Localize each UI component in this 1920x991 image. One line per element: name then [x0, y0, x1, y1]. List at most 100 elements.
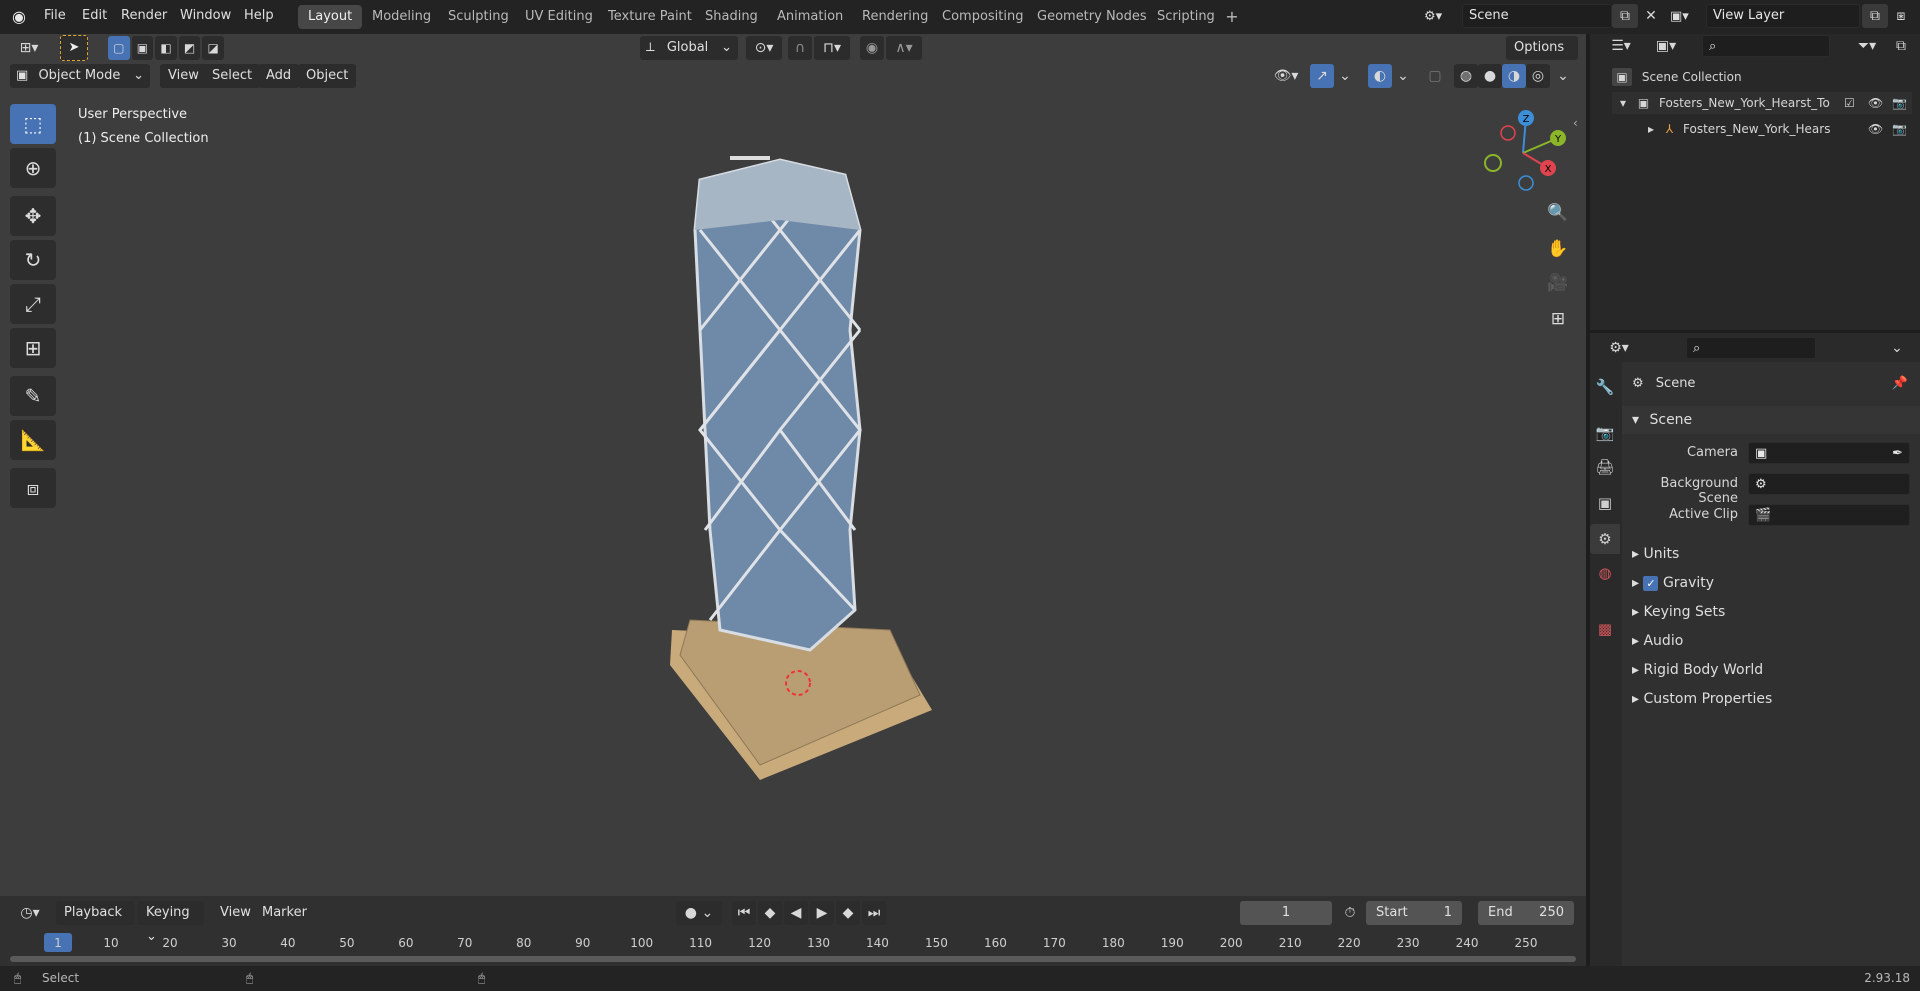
filter-icon[interactable]: ⏷▾ — [1850, 34, 1884, 58]
current-frame-field[interactable]: 1 — [1240, 901, 1332, 925]
outliner-root[interactable]: ▣ Scene Collection — [1612, 66, 1742, 88]
view-menu[interactable]: View — [160, 64, 207, 88]
tab-texture-paint[interactable]: Texture Paint — [598, 5, 702, 29]
world-tab-icon[interactable]: ◍ — [1590, 558, 1620, 588]
snap-icon[interactable]: ∩ — [788, 36, 812, 60]
overlays-toggle-icon[interactable]: ◐ — [1368, 64, 1392, 88]
next-keyframe-icon[interactable]: ◆ — [836, 901, 860, 925]
menu-help[interactable]: Help — [236, 4, 282, 28]
play-icon[interactable]: ▶ — [810, 901, 834, 925]
background-scene-field[interactable]: ⚙ — [1748, 473, 1910, 495]
scene-selector-icon[interactable]: ⚙▾ — [1424, 6, 1460, 28]
scene-tab-icon[interactable]: ⚙ — [1590, 524, 1620, 554]
view-layer-icon[interactable]: ▣▾ — [1670, 6, 1704, 28]
outliner-item[interactable]: ▸ ⅄ Fosters_New_York_Hears 👁 📷 — [1612, 118, 1912, 140]
jump-end-icon[interactable]: ⏭ — [862, 901, 886, 925]
render-camera-icon[interactable]: 📷 — [1892, 118, 1907, 140]
shading-rendered-icon[interactable]: ◎ — [1526, 64, 1550, 88]
active-clip-field[interactable]: 🎬 — [1748, 504, 1910, 526]
gravity-checkbox[interactable]: ✓ — [1643, 575, 1659, 591]
rigid-body-world-panel-header[interactable]: ▸ Rigid Body World — [1622, 656, 1920, 684]
delete-scene-icon[interactable]: ✕ — [1638, 4, 1664, 28]
object-menu[interactable]: Object — [298, 64, 357, 88]
select-tool-icon[interactable]: ➤ — [60, 35, 88, 61]
outliner-item[interactable]: ▾ ▣ Fosters_New_York_Hearst_To ☑ 👁 📷 — [1612, 92, 1912, 114]
prev-keyframe-icon[interactable]: ◆ — [758, 901, 782, 925]
scene-panel-header[interactable]: ▾ Scene — [1622, 406, 1920, 434]
scene-name-field[interactable]: Scene — [1462, 4, 1612, 28]
select-menu[interactable]: Select — [204, 64, 261, 88]
timeline-view-menu[interactable]: View — [212, 901, 259, 925]
keying-sets-panel-header[interactable]: ▸ Keying Sets — [1622, 598, 1920, 626]
menu-window[interactable]: Window — [172, 4, 239, 28]
tab-layout[interactable]: Layout — [298, 5, 363, 29]
navigation-gizmo[interactable]: Z Y X — [1478, 108, 1568, 198]
proportional-edit-icon[interactable]: ◉ — [860, 36, 884, 60]
select-extend-icon[interactable]: ▣ — [131, 36, 154, 60]
add-menu[interactable]: Add — [258, 64, 300, 88]
move-icon[interactable]: ✥ — [10, 196, 56, 236]
delete-view-layer-icon[interactable]: ⧆ — [1888, 4, 1914, 28]
menu-file[interactable]: File — [36, 4, 74, 28]
plus-icon[interactable]: + — [1222, 7, 1242, 27]
annotate-icon[interactable]: ✎ — [10, 376, 56, 416]
render-tab-icon[interactable]: 📷 — [1590, 418, 1620, 448]
gizmo-neg-z-icon[interactable] — [1518, 175, 1534, 191]
blender-logo-icon[interactable]: ◉ — [12, 7, 34, 27]
start-frame-field[interactable]: Start 1 — [1366, 901, 1462, 925]
timeline-scrollbar[interactable] — [10, 956, 1576, 962]
object-mode-dropdown[interactable]: ▣ Object Mode ⌄ — [10, 64, 150, 88]
units-panel-header[interactable]: ▸ Units — [1622, 540, 1920, 568]
outliner-editor-type-icon[interactable]: ☰▾ — [1602, 34, 1640, 58]
checkbox-icon[interactable]: ☑ — [1844, 92, 1855, 114]
visibility-icon[interactable]: 👁▾ — [1268, 64, 1304, 88]
tab-rendering[interactable]: Rendering — [852, 5, 938, 29]
select-box-icon[interactable]: ⬚ — [10, 104, 56, 144]
marker-menu[interactable]: Marker — [254, 901, 315, 925]
outliner-search-input[interactable]: ⌕ — [1702, 35, 1830, 57]
gizmo-neg-x-icon[interactable] — [1500, 125, 1516, 141]
new-collection-icon[interactable]: ⧉ — [1888, 34, 1914, 58]
building-model[interactable] — [660, 150, 940, 790]
tab-geometry-nodes[interactable]: Geometry Nodes — [1027, 5, 1157, 29]
playback-menu[interactable]: Playback ⌄ — [56, 901, 134, 944]
camera-field[interactable]: ▣ ✒ — [1748, 442, 1910, 464]
chevron-down-icon[interactable]: ⌄ — [1884, 336, 1910, 360]
chevron-down-icon[interactable]: ⌄ — [1334, 64, 1356, 88]
gravity-panel-header[interactable]: ▸ ✓ Gravity — [1622, 569, 1920, 597]
transform-icon[interactable]: ⊞ — [10, 328, 56, 368]
tab-shading[interactable]: Shading — [695, 5, 768, 29]
tab-sculpting[interactable]: Sculpting — [438, 5, 519, 29]
texture-tab-icon[interactable]: ▩ — [1590, 614, 1620, 644]
shading-wireframe-icon[interactable]: ◍ — [1454, 64, 1478, 88]
transform-orientation-dropdown[interactable]: ⟂ Global ⌄ — [640, 36, 738, 60]
pivot-point-icon[interactable]: ⊙▾ — [746, 36, 782, 60]
editor-type-icon[interactable]: ⊞▾ — [10, 36, 48, 60]
tab-uv-editing[interactable]: UV Editing — [515, 5, 603, 29]
eyedropper-icon[interactable]: ✒ — [1892, 443, 1903, 465]
scale-icon[interactable]: ⤢ — [10, 284, 56, 324]
new-scene-icon[interactable]: ⧉ — [1612, 4, 1638, 28]
tool-tab-icon[interactable]: 🔧 — [1590, 372, 1620, 402]
tab-scripting[interactable]: Scripting — [1147, 5, 1225, 29]
pin-icon[interactable]: 📌 — [1892, 370, 1908, 398]
output-tab-icon[interactable]: 🖨 — [1590, 452, 1620, 482]
gizmo-toggle-icon[interactable]: ↗ — [1310, 64, 1334, 88]
pan-hand-icon[interactable]: ✋ — [1543, 234, 1573, 264]
menu-render[interactable]: Render — [113, 4, 175, 28]
keying-menu[interactable]: Keying ⌄ — [138, 901, 204, 944]
play-reverse-icon[interactable]: ◀ — [784, 901, 808, 925]
custom-properties-panel-header[interactable]: ▸ Custom Properties — [1622, 685, 1920, 713]
timeline-editor-type-icon[interactable]: ◷▾ — [12, 901, 48, 925]
menu-edit[interactable]: Edit — [74, 4, 115, 28]
visibility-icon[interactable]: 👁 — [1868, 92, 1883, 114]
audio-panel-header[interactable]: ▸ Audio — [1622, 627, 1920, 655]
view-layer-tab-icon[interactable]: ▣ — [1590, 488, 1620, 518]
new-view-layer-icon[interactable]: ⧉ — [1862, 4, 1888, 28]
gizmo-neg-y-icon[interactable] — [1484, 154, 1502, 172]
stopwatch-icon[interactable]: ⏱ — [1338, 901, 1362, 925]
zoom-icon[interactable]: 🔍 — [1543, 198, 1573, 228]
chevron-down-icon[interactable]: ⌄ — [1552, 64, 1574, 88]
tab-compositing[interactable]: Compositing — [932, 5, 1034, 29]
snap-target-icon[interactable]: ⊓▾ — [814, 36, 850, 60]
